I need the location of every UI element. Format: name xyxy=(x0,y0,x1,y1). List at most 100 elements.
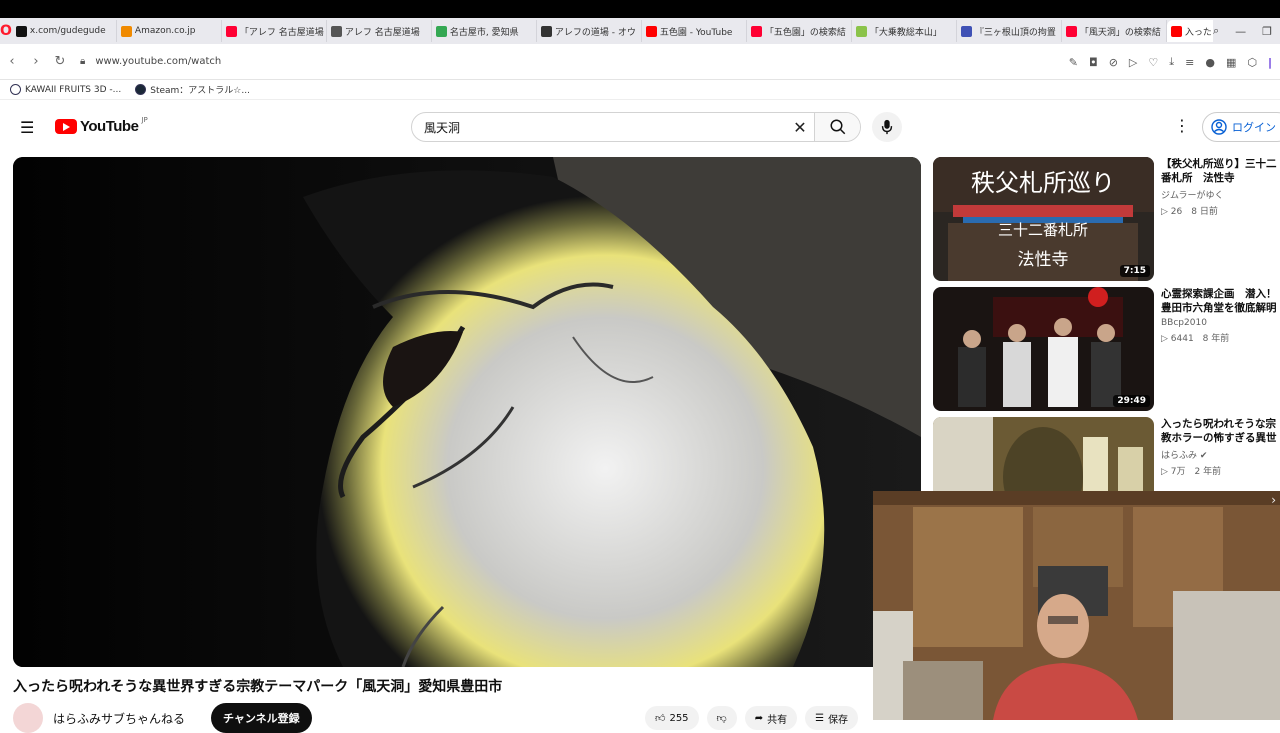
browser-tab[interactable]: 五色園 - YouTube xyxy=(642,20,747,42)
extension-icon[interactable]: ▦ xyxy=(1226,56,1236,69)
play-icon[interactable]: ▷ xyxy=(1129,56,1137,69)
tab-title: 「風天洞」の検索結 xyxy=(1079,27,1161,38)
browser-tab[interactable]: x.com/gudegude xyxy=(12,20,117,42)
reload-button[interactable]: ↻ xyxy=(48,54,72,69)
address-bar: ‹ › ↻ 🔒︎ www.youtube.com/watch ✎ ◘ ⊘ ▷ ♡… xyxy=(0,44,1280,80)
channel-name[interactable]: はらふみサブちゃんねる xyxy=(53,710,185,727)
bookmark-label: Steam：アストラル☆... xyxy=(150,86,250,96)
settings-menu-icon[interactable]: ⋮ xyxy=(1174,116,1190,135)
browser-tab[interactable]: 『三ヶ根山頂の拘置 xyxy=(957,20,1062,42)
browser-tab-strip: O x.com/gudegude Amazon.co.jp 「アレフ 名古屋道場 アレ… xyxy=(0,18,1280,44)
yahoo-icon xyxy=(750,25,762,37)
dislike-button[interactable]: 👎︎ xyxy=(706,706,737,730)
youtube-logo[interactable]: YouTube JP xyxy=(55,115,148,135)
yahoo-icon xyxy=(225,25,237,37)
browser-tab[interactable]: 「アレフ 名古屋道場 xyxy=(222,20,327,42)
search-button[interactable] xyxy=(814,113,860,141)
x-logo-icon xyxy=(15,25,27,37)
recommendation-thumbnail[interactable]: 秩父札所巡り 三十二番札所 法性寺 7:15 xyxy=(933,157,1154,281)
menu-icon[interactable]: ☰ xyxy=(20,118,34,137)
browser-tab[interactable]: アレフの道場 - オウ xyxy=(537,20,642,42)
download-icon[interactable]: ⤓ xyxy=(1169,55,1174,69)
shield-icon[interactable]: ⊘ xyxy=(1109,56,1118,69)
subscribe-button[interactable]: チャンネル登録 xyxy=(211,703,312,733)
tab-search-icon[interactable]: ⌕ xyxy=(1213,24,1219,38)
opera-menu-icon[interactable]: O xyxy=(0,18,12,44)
recommendation-info: 【秩父札所巡り】三十二番札所 法性寺 ジムラーがゆく ▷ 26 8 日前 xyxy=(1161,157,1280,217)
youtube-wordmark: YouTube xyxy=(80,118,139,135)
video-player[interactable] xyxy=(13,157,921,667)
window-controls: ⌕ — ❐ xyxy=(1212,18,1280,44)
recommendation-info: 心霊探索課企画 潜入！豊田市六角堂を徹底解明 BBcp2010 ▷ 6441 8… xyxy=(1161,287,1280,344)
share-icon: ➦ xyxy=(754,712,764,724)
share-label: 共有 xyxy=(767,714,788,726)
profile-icon[interactable]: ● xyxy=(1205,56,1215,69)
site-icon xyxy=(960,25,972,37)
webcam-image xyxy=(873,491,1280,720)
browser-tab[interactable]: 名古屋市, 愛知県 xyxy=(432,20,537,42)
region-label: JP xyxy=(141,115,148,124)
tab-title: x.com/gudegude xyxy=(29,26,106,36)
recommendation-channel[interactable]: はらふみ ✔ xyxy=(1161,448,1280,461)
login-label: ログイン xyxy=(1232,121,1276,134)
browser-tab[interactable]: 「風天洞」の検索結 xyxy=(1062,20,1167,42)
minimize-icon[interactable]: — xyxy=(1235,25,1246,38)
video-actions: 👍︎ 255 👎︎ ➦ 共有 ☰ 保存 xyxy=(645,706,859,730)
search-input[interactable] xyxy=(412,113,786,141)
forward-button[interactable]: › xyxy=(24,54,48,69)
recommendation-title[interactable]: 心霊探索課企画 潜入！豊田市六角堂を徹底解明 xyxy=(1161,287,1280,315)
clear-search-icon[interactable]: ✕ xyxy=(786,118,814,137)
youtube-play-icon xyxy=(55,119,77,134)
camera-icon[interactable]: ◘ xyxy=(1089,56,1098,69)
back-button[interactable]: ‹ xyxy=(0,54,24,69)
share-button[interactable]: ➦ 共有 xyxy=(744,706,798,730)
tab-title: Amazon.co.jp xyxy=(134,26,196,36)
login-button[interactable]: ログイン xyxy=(1202,112,1280,142)
recommendation-channel[interactable]: BBcp2010 xyxy=(1161,318,1280,328)
bookmarks-bar: KAWAII FRUITS 3D -... Steam：アストラル☆... xyxy=(0,80,1280,100)
webcam-close-icon[interactable]: › xyxy=(1271,493,1276,507)
url-field[interactable]: www.youtube.com/watch xyxy=(95,56,221,67)
voice-search-button[interactable] xyxy=(872,112,902,142)
video-duration: 29:49 xyxy=(1113,395,1150,407)
channel-avatar[interactable] xyxy=(13,703,43,733)
recommendation-title[interactable]: 入ったら呪われそうな宗教ホラーの怖すぎる異世界B級スポット「風天洞」愛... xyxy=(1161,417,1280,445)
tab-title: 「大乗教総本山」 xyxy=(869,27,942,38)
browser-tab[interactable]: 「大乗教総本山」 xyxy=(852,20,957,42)
browser-tab[interactable]: Amazon.co.jp xyxy=(117,20,222,42)
cube-icon[interactable]: ⬡ xyxy=(1247,56,1257,69)
thumb-text-bot: 法性寺 xyxy=(1018,250,1069,270)
easy-setup-icon[interactable]: ≡ xyxy=(1185,56,1194,69)
doc-icon xyxy=(540,25,552,37)
bookmark-kawaii-fruits[interactable]: KAWAII FRUITS 3D -... xyxy=(10,84,121,95)
recommendation-item[interactable]: 29:49 心霊探索課企画 潜入！豊田市六角堂を徹底解明 BBcp2010 ▷ … xyxy=(933,287,1280,411)
bookmark-steam[interactable]: Steam：アストラル☆... xyxy=(135,83,250,96)
thumb-text-mid: 三十二番札所 xyxy=(998,221,1088,239)
channel-name: はらふみ xyxy=(1161,451,1198,461)
save-button[interactable]: ☰ 保存 xyxy=(805,706,859,730)
thumbs-down-icon: 👎︎ xyxy=(716,713,727,724)
tab-title: 「アレフ 名古屋道場 xyxy=(239,27,324,38)
browser-tab[interactable]: 「五色園」の検索結 xyxy=(747,20,852,42)
video-duration: 7:15 xyxy=(1119,265,1150,277)
browser-tab[interactable]: アレフ 名古屋道場 xyxy=(327,20,432,42)
vpn-icon[interactable]: | xyxy=(1268,56,1272,69)
thumbnail-image: 秩父札所巡り 三十二番札所 法性寺 xyxy=(933,157,1154,281)
youtube-icon xyxy=(645,25,657,37)
like-button[interactable]: 👍︎ 255 xyxy=(645,706,699,730)
recommendation-item[interactable]: 秩父札所巡り 三十二番札所 法性寺 7:15 【秩父札所巡り】三十二番札所 法性… xyxy=(933,157,1280,281)
amazon-icon xyxy=(120,25,132,37)
account-icon xyxy=(1211,119,1227,135)
webcam-overlay: › xyxy=(873,491,1280,720)
restore-icon[interactable]: ❐ xyxy=(1262,25,1272,38)
tab-title: 名古屋市, 愛知県 xyxy=(449,27,519,38)
edit-icon[interactable]: ✎ xyxy=(1069,56,1078,69)
site-icon xyxy=(855,25,867,37)
recommendation-channel[interactable]: ジムラーがゆく xyxy=(1161,188,1280,201)
globe-icon xyxy=(10,84,21,95)
recommendation-thumbnail[interactable]: 29:49 xyxy=(933,287,1154,411)
thumb-text-top: 秩父札所巡り xyxy=(971,169,1115,197)
recommendation-title[interactable]: 【秩父札所巡り】三十二番札所 法性寺 xyxy=(1161,157,1280,185)
recommendation-meta: ▷ 7万 2 年前 xyxy=(1161,467,1222,477)
heart-icon[interactable]: ♡ xyxy=(1148,56,1158,69)
